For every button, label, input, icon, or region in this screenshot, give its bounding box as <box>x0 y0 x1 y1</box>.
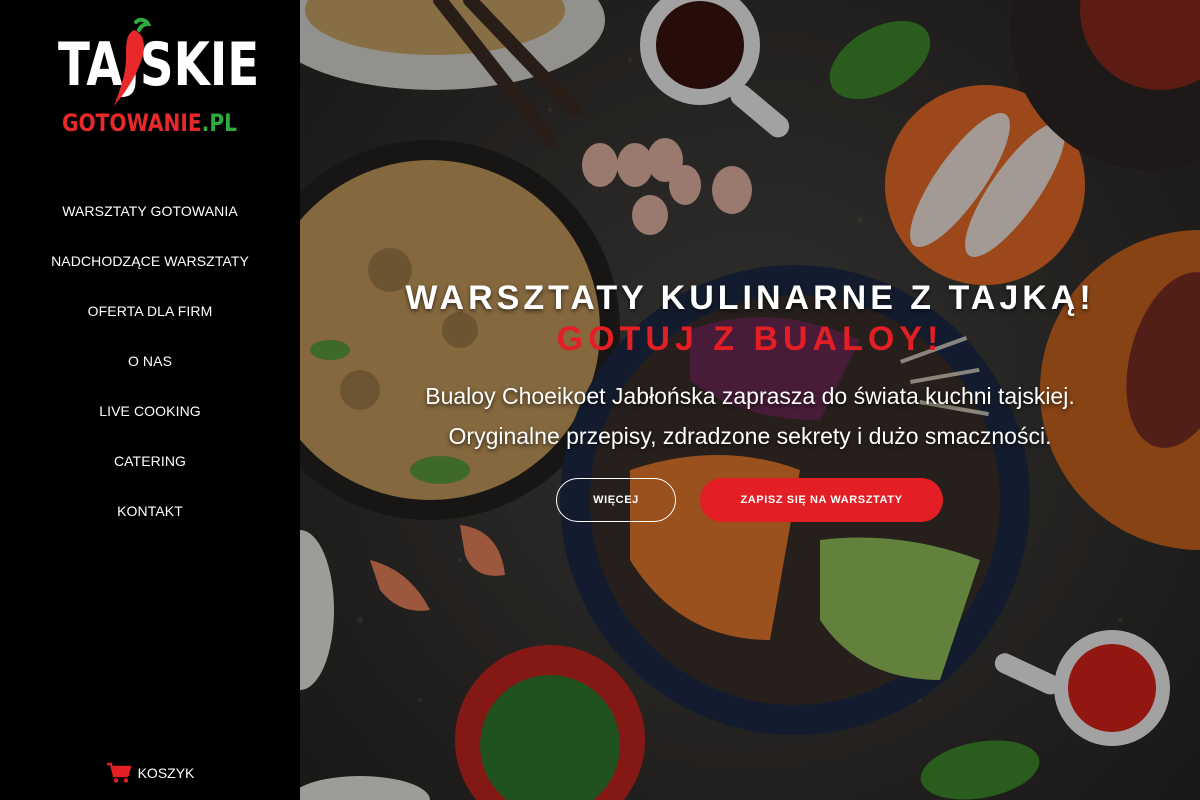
shopping-cart-icon <box>106 762 131 783</box>
hero: WARSZTATY KULINARNE Z TAJKĄ! GOTUJ Z BUA… <box>300 0 1200 800</box>
logo-domain: GOTOWANIE.PL <box>62 108 237 138</box>
signup-workshop-button[interactable]: ZAPISZ SIĘ NA WARSZTATY <box>700 478 943 522</box>
sidebar: TAJSKIE GOTOWANIE.PL WARSZTATY GOTOWANIA… <box>0 0 300 800</box>
nav-link-catering[interactable]: CATERING <box>114 453 186 469</box>
nav-link-warsztaty-gotowania[interactable]: WARSZTATY GOTOWANIA <box>62 203 238 219</box>
hero-subheadline: GOTUJ Z BUALOY! <box>556 320 944 358</box>
hero-headline: WARSZTATY KULINARNE Z TAJKĄ! <box>405 279 1095 317</box>
logo-domain-tld: .PL <box>201 109 237 137</box>
nav-item-kontakt: KONTAKT <box>0 486 300 536</box>
nav-item-nadchodzace-warsztaty: NADCHODZĄCE WARSZTATY <box>0 236 300 286</box>
hero-buttons: WIĘCEJ ZAPISZ SIĘ NA WARSZTATY <box>556 478 943 522</box>
nav-item-o-nas: O NAS <box>0 336 300 386</box>
nav-item-warsztaty-gotowania: WARSZTATY GOTOWANIA <box>0 186 300 236</box>
more-button[interactable]: WIĘCEJ <box>556 478 676 522</box>
nav-link-kontakt[interactable]: KONTAKT <box>117 503 183 519</box>
nav-link-oferta-dla-firm[interactable]: OFERTA DLA FIRM <box>88 303 213 319</box>
hero-description-line-2: Oryginalne przepisy, zdradzone sekrety i… <box>448 423 1052 449</box>
cart-link[interactable]: KOSZYK <box>0 762 300 784</box>
logo-wordmark: TAJSKIE <box>58 30 260 100</box>
logo-domain-name: GOTOWANIE <box>62 109 202 137</box>
nav-link-o-nas[interactable]: O NAS <box>128 353 172 369</box>
page: TAJSKIE GOTOWANIE.PL WARSZTATY GOTOWANIA… <box>0 0 1200 800</box>
nav-item-catering: CATERING <box>0 436 300 486</box>
hero-description-line-1: Bualoy Choeikoet Jabłońska zaprasza do ś… <box>425 383 1075 409</box>
logo[interactable]: TAJSKIE GOTOWANIE.PL <box>58 17 259 142</box>
main-nav: WARSZTATY GOTOWANIA NADCHODZĄCE WARSZTAT… <box>0 186 300 536</box>
nav-link-live-cooking[interactable]: LIVE COOKING <box>99 403 201 419</box>
hero-description: Bualoy Choeikoet Jabłońska zaprasza do ś… <box>300 376 1200 456</box>
hero-content: WARSZTATY KULINARNE Z TAJKĄ! GOTUJ Z BUA… <box>300 276 1200 456</box>
chili-icon <box>114 17 152 106</box>
cart-label: KOSZYK <box>137 765 195 781</box>
nav-link-nadchodzace-warsztaty[interactable]: NADCHODZĄCE WARSZTATY <box>51 253 249 269</box>
nav-item-live-cooking: LIVE COOKING <box>0 386 300 436</box>
nav-item-oferta-dla-firm: OFERTA DLA FIRM <box>0 286 300 336</box>
